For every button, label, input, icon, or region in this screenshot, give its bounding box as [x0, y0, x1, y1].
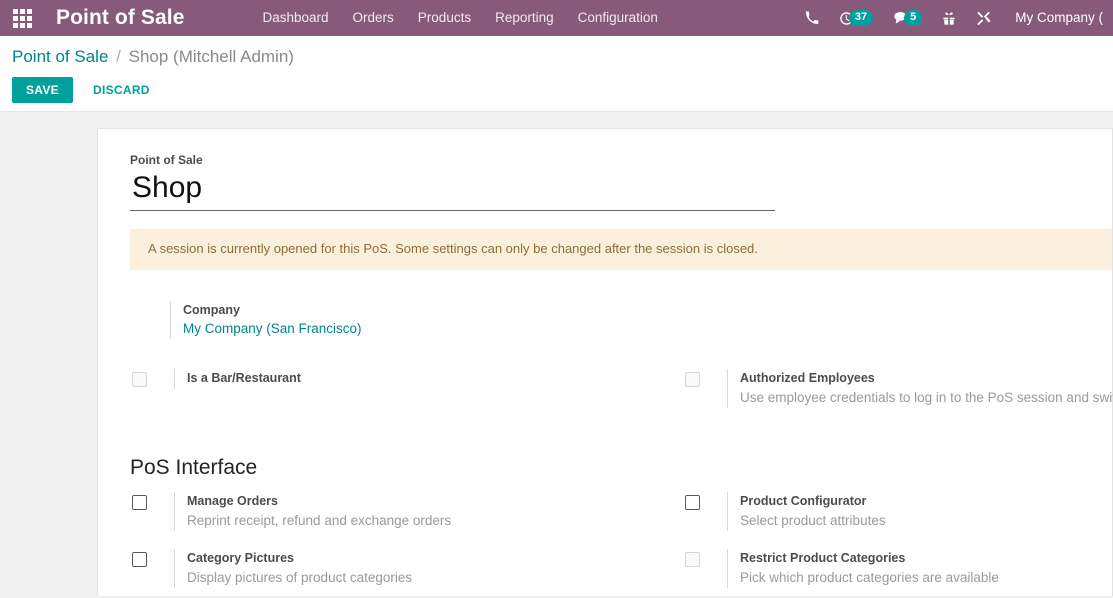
- setting-category-pictures[interactable]: Category Pictures Display pictures of pr…: [130, 549, 683, 588]
- setting-text-category-pictures: Category Pictures Display pictures of pr…: [174, 549, 412, 588]
- navbar-systray: 37 5 My Company (: [795, 0, 1113, 36]
- messages-counter-badge: 5: [904, 9, 923, 27]
- setting-text-restrict-product-categories: Restrict Product Categories Pick which p…: [727, 549, 999, 588]
- setting-label-manage-orders: Manage Orders: [187, 494, 279, 508]
- setting-restrict-product-categories[interactable]: Restrict Product Categories Pick which p…: [683, 549, 1080, 588]
- pos-name-field-label: Point of Sale: [130, 153, 203, 167]
- apps-grid-icon: [12, 8, 32, 28]
- setting-text-authorized-employees: Authorized Employees Use employee creden…: [727, 369, 1113, 408]
- company-group: Company My Company (San Francisco): [130, 301, 1080, 339]
- menu-item-orders[interactable]: Orders: [341, 0, 406, 36]
- messages-systray-button[interactable]: 5: [883, 0, 932, 36]
- form-view-area: Point of Sale A session is currently ope…: [0, 112, 1113, 596]
- checkbox-product-configurator[interactable]: [685, 495, 700, 510]
- discard-button[interactable]: DISCARD: [81, 77, 162, 103]
- company-field: Company My Company (San Francisco): [170, 301, 1080, 339]
- setting-manage-orders[interactable]: Manage Orders Reprint receipt, refund an…: [130, 492, 683, 531]
- tools-wrench-icon: [977, 11, 991, 25]
- tools-systray-button[interactable]: [966, 0, 1001, 36]
- setting-label-authorized-employees: Authorized Employees: [740, 371, 875, 385]
- phone-icon: [805, 11, 819, 24]
- pos-name-input[interactable]: [130, 169, 775, 211]
- checkbox-category-pictures[interactable]: [132, 552, 147, 567]
- checkbox-restrict-product-categories[interactable]: [685, 552, 700, 567]
- menu-item-products[interactable]: Products: [406, 0, 483, 36]
- control-panel-buttons: SAVE DISCARD: [12, 77, 1101, 103]
- setting-label-category-pictures: Category Pictures: [187, 551, 294, 565]
- setting-text-manage-orders: Manage Orders Reprint receipt, refund an…: [174, 492, 451, 531]
- company-field-value[interactable]: My Company (San Francisco): [183, 319, 1080, 339]
- save-button[interactable]: SAVE: [12, 77, 73, 103]
- gift-systray-button[interactable]: [932, 0, 966, 36]
- setting-desc-product-configurator: Select product attributes: [740, 513, 886, 528]
- pos-interface-grid: Manage Orders Reprint receipt, refund an…: [130, 492, 1080, 596]
- breadcrumb-root-link[interactable]: Point of Sale: [12, 47, 108, 66]
- setting-label-product-configurator: Product Configurator: [740, 494, 867, 508]
- setting-text-is-bar-restaurant: Is a Bar/Restaurant: [174, 369, 301, 389]
- checkbox-is-bar-restaurant[interactable]: [132, 372, 147, 387]
- session-open-alert: A session is currently opened for this P…: [130, 229, 1112, 270]
- control-panel: Point of Sale / Shop (Mitchell Admin) SA…: [0, 36, 1113, 112]
- setting-desc-authorized-employees: Use employee credentials to log in to th…: [740, 390, 1113, 405]
- gift-box-icon: [943, 11, 955, 25]
- top-navbar: Point of Sale Dashboard Orders Products …: [0, 0, 1113, 36]
- activity-systray-button[interactable]: 37: [829, 0, 883, 36]
- menu-item-reporting[interactable]: Reporting: [483, 0, 566, 36]
- setting-is-bar-restaurant[interactable]: Is a Bar/Restaurant: [130, 369, 683, 408]
- setting-authorized-employees[interactable]: Authorized Employees Use employee creden…: [683, 369, 1113, 408]
- apps-menu-button[interactable]: [0, 0, 44, 36]
- breadcrumb-separator: /: [116, 47, 121, 66]
- activity-counter-badge: 37: [848, 9, 874, 27]
- setting-label-is-bar-restaurant: Is a Bar/Restaurant: [187, 371, 301, 385]
- app-brand-title[interactable]: Point of Sale: [44, 6, 188, 30]
- section-title-pos-interface: PoS Interface: [130, 456, 258, 479]
- phone-systray-button[interactable]: [795, 0, 829, 36]
- setting-desc-restrict-product-categories: Pick which product categories are availa…: [740, 570, 999, 585]
- setting-text-product-configurator: Product Configurator Select product attr…: [727, 492, 886, 531]
- form-sheet: Point of Sale A session is currently ope…: [97, 128, 1113, 596]
- checkbox-manage-orders[interactable]: [132, 495, 147, 510]
- top-settings-grid: Is a Bar/Restaurant Authorized Employees…: [130, 369, 1113, 426]
- user-company-menu[interactable]: My Company (: [1001, 0, 1113, 36]
- menu-item-dashboard[interactable]: Dashboard: [250, 0, 340, 36]
- breadcrumb: Point of Sale / Shop (Mitchell Admin): [12, 46, 1101, 68]
- breadcrumb-current: Shop (Mitchell Admin): [128, 47, 294, 66]
- setting-desc-manage-orders: Reprint receipt, refund and exchange ord…: [187, 513, 452, 528]
- setting-label-restrict-product-categories: Restrict Product Categories: [740, 551, 906, 565]
- setting-product-configurator[interactable]: Product Configurator Select product attr…: [683, 492, 1080, 531]
- setting-desc-category-pictures: Display pictures of product categories: [187, 570, 413, 585]
- company-field-label: Company: [183, 303, 240, 317]
- main-menu-bar: Dashboard Orders Products Reporting Conf…: [250, 0, 669, 36]
- checkbox-authorized-employees[interactable]: [685, 372, 700, 387]
- menu-item-configuration[interactable]: Configuration: [566, 0, 670, 36]
